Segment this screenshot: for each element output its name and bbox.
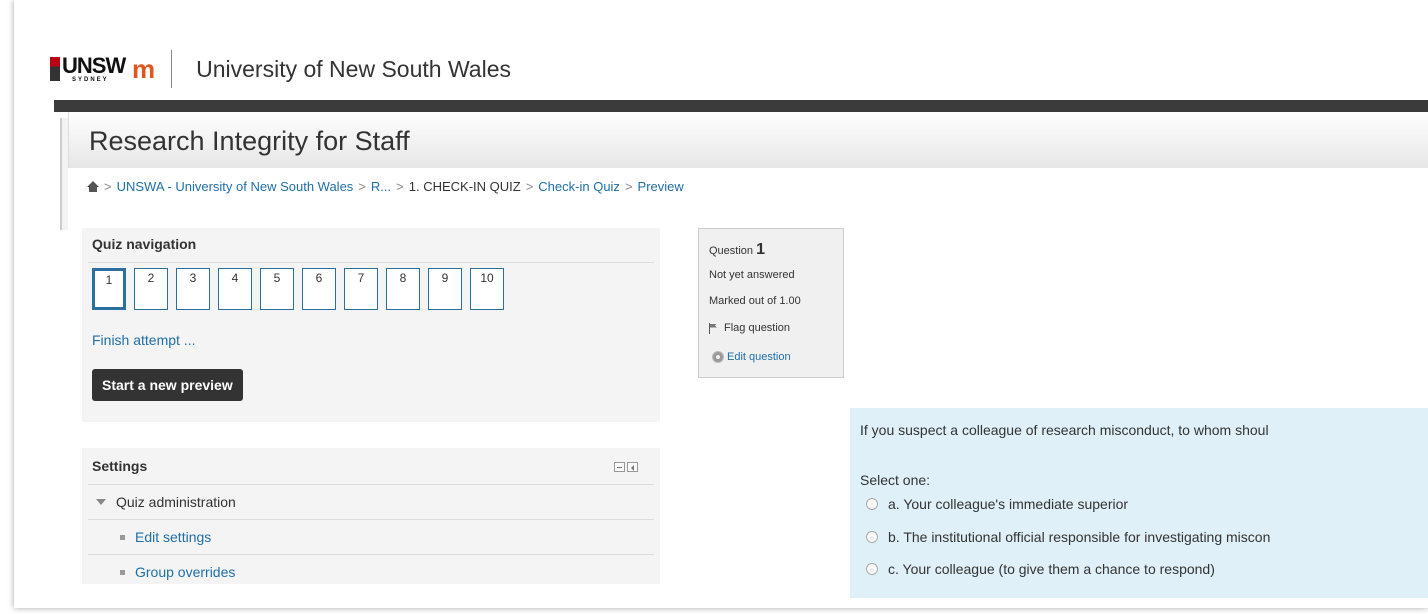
quiz-administration-label: Quiz administration [116,494,236,510]
question-button-3[interactable]: 3 [176,268,210,310]
question-button-label: 1 [105,273,113,287]
flag-question-label: Flag question [724,322,791,334]
question-button-6[interactable]: 6 [302,268,336,310]
answer-option-b[interactable]: b. The institutional official responsibl… [866,529,1270,545]
start-new-preview-button[interactable]: Start a new preview [92,369,243,401]
question-button-label: 9 [441,271,449,285]
breadcrumb-item-unswa[interactable]: UNSWA - University of New South Wales [117,179,354,194]
page-title: Research Integrity for Staff [89,126,410,156]
question-button-label: 5 [273,271,281,285]
finish-attempt-link[interactable]: Finish attempt ... [92,332,195,348]
breadcrumb-item-quiz[interactable]: Check-in Quiz [538,179,620,194]
edit-settings-link[interactable]: Edit settings [88,520,654,555]
question-button-label: 2 [147,271,155,285]
question-button-label: 10 [480,271,494,285]
expand-caret-icon [96,499,106,505]
group-overrides-label: Group overrides [135,564,236,580]
question-label: Question [709,245,754,257]
group-overrides-link[interactable]: Group overrides [88,555,654,589]
radio-button[interactable] [866,498,878,510]
unsw-logo[interactable]: UNSW SYDNEY [50,47,126,91]
question-button-7[interactable]: 7 [344,268,378,310]
answer-label: c. Your colleague (to give them a chance… [888,561,1215,577]
gear-icon [713,352,723,362]
flag-question-button[interactable]: Flag question [709,322,790,334]
question-text: If you suspect a colleague of research m… [860,422,1269,438]
question-button-8[interactable]: 8 [386,268,420,310]
settings-block: Settings Quiz administration Edit settin… [82,448,660,584]
question-state: Not yet answered [709,269,795,281]
question-content: If you suspect a colleague of research m… [850,408,1428,598]
question-button-2[interactable]: 2 [134,268,168,310]
unsw-logo-subtext: SYDNEY [72,77,109,83]
bullet-icon [120,569,125,575]
moodle-logo[interactable]: m [132,53,155,85]
question-grade: Marked out of 1.00 [709,295,801,307]
breadcrumb-separator: > [525,179,534,194]
breadcrumb-separator: > [624,179,633,194]
breadcrumb-item-preview[interactable]: Preview [638,179,684,194]
edit-settings-label: Edit settings [135,529,212,545]
question-button-label: 8 [399,271,407,285]
question-button-4[interactable]: 4 [218,268,252,310]
select-one-prompt: Select one: [860,472,931,488]
radio-button[interactable] [866,531,878,543]
breadcrumb-separator: > [104,179,112,194]
crest-icon [50,57,60,81]
settings-title: Settings [92,458,148,474]
browser-frame: UNSW SYDNEY m University of New South Wa… [14,0,1428,608]
site-name[interactable]: University of New South Wales [196,56,511,83]
bullet-icon [120,534,125,540]
collapse-icon[interactable] [614,462,625,472]
radio-button[interactable] [866,563,878,575]
header-divider [171,50,173,88]
answer-label: a. Your colleague's immediate superior [888,496,1129,512]
question-button-label: 6 [315,271,323,285]
breadcrumb-item-section[interactable]: 1. CHECK-IN QUIZ [409,179,521,194]
quiz-navigation-block: Quiz navigation 1 2 3 4 5 6 7 8 9 10 Fin… [82,228,660,422]
answer-label: b. The institutional official responsibl… [888,529,1271,545]
breadcrumb: > UNSWA - University of New South Wales … [86,179,684,194]
breadcrumb-separator: > [358,179,366,194]
quiz-administration-node[interactable]: Quiz administration [88,485,654,520]
question-info-panel: Question 1 Not yet answered Marked out o… [698,228,844,378]
block-controls [614,462,638,472]
question-buttons: 1 2 3 4 5 6 7 8 9 10 [92,268,504,310]
question-button-label: 4 [231,271,239,285]
unsw-logo-text: UNSW [62,53,126,78]
question-button-5[interactable]: 5 [260,268,294,310]
question-button-1[interactable]: 1 [92,268,126,310]
edit-question-label: Edit question [727,351,791,363]
question-number: Question 1 [709,241,765,259]
page-header: Research Integrity for Staff [68,112,1428,168]
answer-option-c[interactable]: c. Your colleague (to give them a chance… [866,561,1215,577]
question-button-label: 7 [357,271,365,285]
quiz-navigation-title: Quiz navigation [92,236,197,252]
breadcrumb-item-course[interactable]: R... [371,179,391,194]
flag-icon [709,322,719,334]
question-number-value: 1 [756,241,765,258]
side-panel-edge [60,118,68,230]
dock-icon[interactable] [627,462,638,472]
navbar [54,100,1428,112]
breadcrumb-separator: > [396,179,404,194]
home-icon[interactable] [86,181,99,192]
edit-question-link[interactable]: Edit question [713,351,791,363]
site-header: UNSW SYDNEY m University of New South Wa… [50,44,511,94]
question-button-10[interactable]: 10 [470,268,504,310]
answer-option-a[interactable]: a. Your colleague's immediate superior [866,496,1128,512]
moodle-logo-text: m [132,53,155,84]
question-button-label: 3 [189,271,197,285]
block-divider [88,262,654,263]
question-button-9[interactable]: 9 [428,268,462,310]
